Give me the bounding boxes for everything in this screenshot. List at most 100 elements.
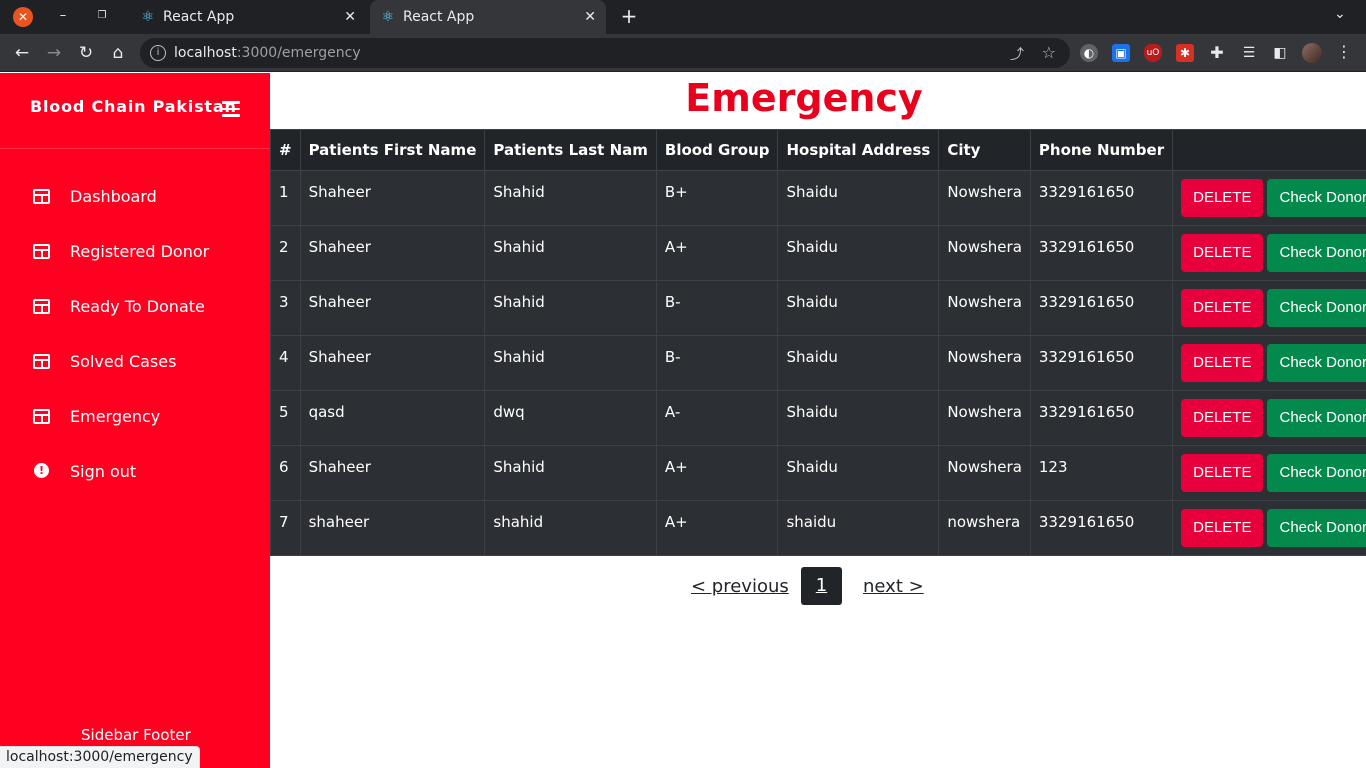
window-close-icon[interactable]: ✕ — [13, 7, 33, 27]
check-donor-button[interactable]: Check Donor — [1267, 454, 1366, 492]
profile-avatar[interactable] — [1302, 43, 1322, 63]
tab-close-icon[interactable]: ✕ — [584, 8, 596, 26]
hospital-address-cell: Shaidu — [777, 445, 940, 501]
extension-icon[interactable]: ▣ — [1112, 44, 1130, 62]
share-icon[interactable]: ⤴ — [1010, 44, 1024, 64]
check-donor-button[interactable]: Check Donor — [1267, 179, 1366, 217]
delete-button[interactable]: DELETE — [1181, 289, 1264, 327]
site-info-icon[interactable]: i — [150, 45, 166, 61]
column-header: Hospital Address — [777, 129, 940, 171]
bookmark-star-icon[interactable]: ☆ — [1042, 43, 1056, 62]
window-minimize-icon[interactable]: – — [55, 6, 71, 26]
table-row: 1 Shaheer Shahid B+ Shaidu Nowshera 3329161650… — [270, 170, 1366, 226]
sidebar-item-ready-to-donate[interactable]: Ready To Donate — [0, 289, 270, 344]
menu-kebab-icon[interactable]: ⋮ — [1336, 42, 1352, 61]
extensions-puzzle-icon[interactable]: ✚ — [1208, 44, 1226, 62]
browser-tab-active[interactable]: ⚛ React App ✕ — [370, 0, 606, 34]
row-number: 4 — [270, 335, 301, 391]
sidebar-menu: Dashboard Registered Donor Ready To Dona… — [0, 179, 270, 509]
new-tab-icon[interactable]: + — [618, 5, 640, 27]
actions-cell: DELETE Check Donor — [1172, 170, 1366, 226]
next-page-link[interactable]: next > — [863, 576, 924, 597]
table-row: 6 Shaheer Shahid A+ Shaidu Nowshera 123 DELETE C… — [270, 445, 1366, 501]
row-number: 5 — [270, 390, 301, 446]
row-number: 1 — [270, 170, 301, 226]
sidebar-item-dashboard[interactable]: Dashboard — [0, 179, 270, 234]
page-number-current[interactable]: 1 — [801, 567, 842, 605]
first-name-cell: qasd — [299, 390, 486, 446]
first-name-cell: Shaheer — [299, 335, 486, 391]
tab-search-chevron-icon[interactable]: ⌄ — [1334, 6, 1346, 22]
column-header: City — [938, 129, 1031, 171]
hospital-address-cell: shaidu — [777, 500, 940, 556]
blood-group-cell: A- — [655, 390, 779, 446]
previous-page-link[interactable]: < previous — [691, 576, 789, 597]
hamburger-menu-icon[interactable] — [222, 101, 240, 121]
delete-button[interactable]: DELETE — [1181, 399, 1264, 437]
home-icon[interactable]: ⌂ — [107, 42, 129, 64]
table-icon — [33, 354, 50, 369]
ublock-icon[interactable]: uO — [1144, 44, 1162, 62]
table-row: 7 shaheer shahid A+ shaidu nowshera 3329161650… — [270, 500, 1366, 556]
delete-button[interactable]: DELETE — [1181, 344, 1264, 382]
status-bar-url: localhost:3000/emergency — [0, 746, 200, 768]
last-name-cell: Shahid — [484, 335, 657, 391]
delete-button[interactable]: DELETE — [1181, 454, 1264, 492]
tab-close-icon[interactable]: ✕ — [344, 8, 356, 26]
check-donor-button[interactable]: Check Donor — [1267, 399, 1366, 437]
tab-title: React App — [163, 9, 235, 25]
delete-button[interactable]: DELETE — [1181, 509, 1264, 547]
table-row: 4 Shaheer Shahid B- Shaidu Nowshera 3329161650… — [270, 335, 1366, 391]
sidebar-item-registered-donor[interactable]: Registered Donor — [0, 234, 270, 289]
actions-cell: DELETE Check Donor — [1172, 225, 1366, 281]
sidebar-item-sign-out[interactable]: ! Sign out — [0, 454, 270, 509]
back-arrow-icon[interactable]: ← — [11, 42, 33, 64]
side-panel-icon[interactable]: ◧ — [1271, 44, 1289, 62]
first-name-cell: Shaheer — [299, 280, 486, 336]
pagination: < previous 1 next > — [270, 567, 1366, 605]
delete-button[interactable]: DELETE — [1181, 179, 1264, 217]
table-icon — [33, 244, 50, 259]
phone-number-cell: 3329161650 — [1029, 335, 1174, 391]
last-name-cell: dwq — [484, 390, 657, 446]
actions-cell: DELETE Check Donor — [1172, 445, 1366, 501]
forward-arrow-icon[interactable]: → — [43, 42, 65, 64]
check-donor-button[interactable]: Check Donor — [1267, 344, 1366, 382]
sidebar-item-solved-cases[interactable]: Solved Cases — [0, 344, 270, 399]
city-cell: Nowshera — [938, 280, 1031, 336]
check-donor-button[interactable]: Check Donor — [1267, 234, 1366, 272]
blood-group-cell: A+ — [655, 445, 779, 501]
extension-icon[interactable]: ✱ — [1176, 44, 1194, 62]
hospital-address-cell: Shaidu — [777, 280, 940, 336]
extension-icon[interactable]: ◐ — [1080, 44, 1098, 62]
sidebar-item-label: Sign out — [70, 462, 137, 481]
delete-button[interactable]: DELETE — [1181, 234, 1264, 272]
row-number: 7 — [270, 500, 301, 556]
row-number: 2 — [270, 225, 301, 281]
actions-cell: DELETE Check Donor — [1172, 280, 1366, 336]
media-control-icon[interactable]: ☰ — [1240, 44, 1258, 62]
exclamation-circle-icon: ! — [34, 463, 49, 478]
column-header: Blood Group — [655, 129, 779, 171]
blood-group-cell: B- — [655, 335, 779, 391]
sidebar-header: Blood Chain Pakistan — [0, 73, 270, 149]
first-name-cell: Shaheer — [299, 225, 486, 281]
window-restore-icon[interactable]: ❐ — [94, 6, 110, 26]
address-bar[interactable]: i localhost:3000/emergency ⤴ ☆ — [140, 38, 1070, 68]
reload-icon[interactable]: ↻ — [75, 42, 97, 64]
browser-toolbar: ← → ↻ ⌂ i localhost:3000/emergency ⤴ ☆ ◐… — [0, 34, 1366, 72]
browser-tabbar: ✕ – ❐ ⚛ React App ✕ ⚛ React App ✕ + ⌄ — [0, 0, 1366, 34]
phone-number-cell: 3329161650 — [1029, 225, 1174, 281]
hospital-address-cell: Shaidu — [777, 225, 940, 281]
city-cell: nowshera — [938, 500, 1031, 556]
sidebar-item-emergency[interactable]: Emergency — [0, 399, 270, 454]
table-row: 2 Shaheer Shahid A+ Shaidu Nowshera 3329161650… — [270, 225, 1366, 281]
check-donor-button[interactable]: Check Donor — [1267, 509, 1366, 547]
browser-tab[interactable]: ⚛ React App ✕ — [130, 0, 366, 34]
column-header: Patients First Name — [299, 129, 486, 171]
address-url[interactable]: localhost:3000/emergency — [174, 45, 361, 61]
row-number: 3 — [270, 280, 301, 336]
first-name-cell: shaheer — [299, 500, 486, 556]
last-name-cell: Shahid — [484, 225, 657, 281]
check-donor-button[interactable]: Check Donor — [1267, 289, 1366, 327]
